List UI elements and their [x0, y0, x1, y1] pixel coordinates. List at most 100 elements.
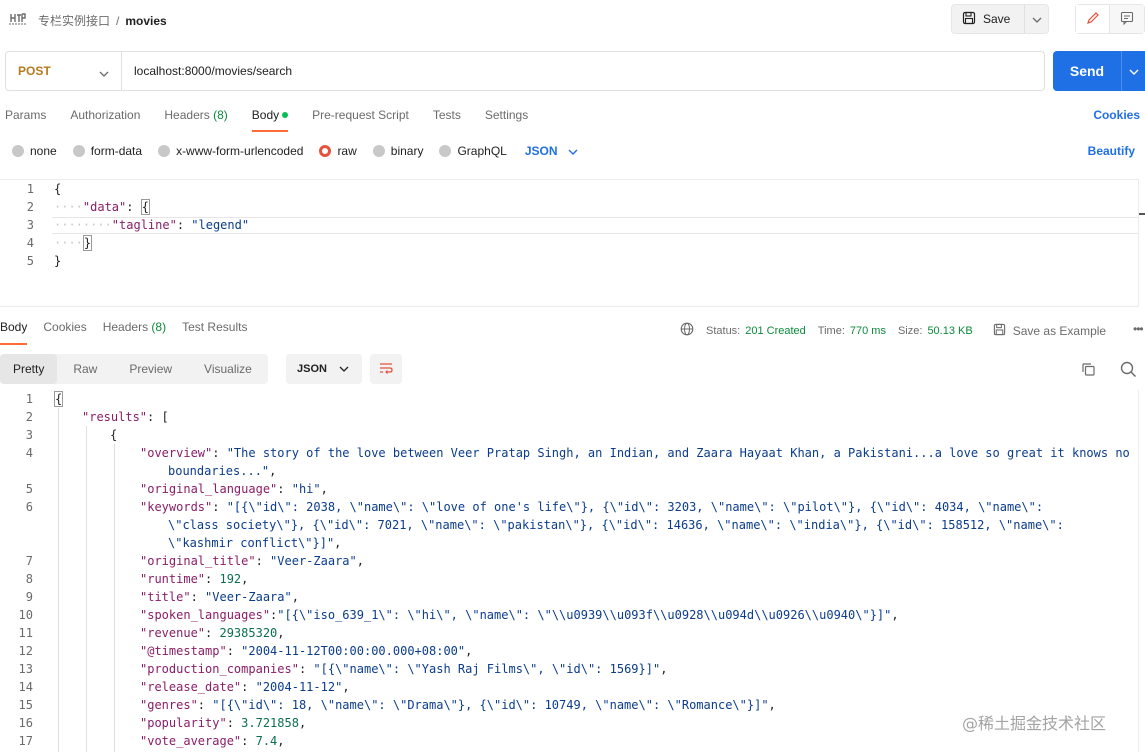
- json-bracket: {: [140, 199, 150, 215]
- radio-label: binary: [390, 144, 424, 158]
- json-key: "original_language": [140, 482, 278, 496]
- copy-icon[interactable]: [1081, 362, 1096, 380]
- beautify-button[interactable]: Beautify: [1088, 144, 1135, 158]
- response-body-viewer[interactable]: 1 { 2 "results": [ 3 { 4 "overview": "The st…: [0, 390, 1138, 752]
- radio-label: raw: [337, 144, 357, 158]
- response-headers-count: (8): [151, 320, 167, 334]
- json-string: "Veer-Zaara": [205, 590, 292, 604]
- line-number: 2: [25, 410, 33, 424]
- response-view-tabs: Pretty Raw Preview Visualize: [0, 354, 268, 384]
- pencil-icon: [1086, 11, 1100, 28]
- cookies-link[interactable]: Cookies: [1093, 108, 1140, 122]
- radio-form-data[interactable]: form-data: [72, 144, 143, 158]
- json-key: "original_title": [140, 554, 256, 568]
- line-number: 13: [18, 662, 33, 676]
- json-string: "[{\"name\": \"Yash Raj Films\", \"id\":…: [313, 662, 661, 676]
- breadcrumb-current[interactable]: movies: [125, 14, 166, 28]
- url-input[interactable]: [122, 52, 1044, 90]
- save-as-example-button[interactable]: Save as Example: [993, 323, 1106, 339]
- chevron-down-icon: [99, 66, 109, 80]
- tab-test-results[interactable]: Test Results: [182, 320, 247, 340]
- breadcrumb: 专栏实例接口 / movies: [38, 12, 167, 29]
- globe-icon[interactable]: [680, 322, 694, 339]
- line-number: 1: [26, 182, 34, 196]
- more-options-button[interactable]: •••: [1133, 322, 1144, 336]
- tab-response-headers[interactable]: Headers (8): [103, 320, 166, 340]
- body-indicator-dot: [282, 111, 289, 118]
- save-button[interactable]: Save: [952, 5, 1024, 33]
- line-number: 2: [26, 200, 34, 214]
- time-value[interactable]: 770 ms: [850, 325, 886, 337]
- send-options-dropdown[interactable]: [1121, 51, 1145, 91]
- line-number: 3: [26, 218, 34, 232]
- radio-none[interactable]: none: [12, 144, 57, 158]
- json-string: "legend": [191, 218, 250, 232]
- body-type-options: none form-data x-www-form-urlencoded raw…: [12, 141, 578, 161]
- language-label: JSON: [524, 144, 558, 158]
- view-tab-preview[interactable]: Preview: [113, 354, 188, 384]
- edit-button[interactable]: [1076, 5, 1110, 33]
- send-button[interactable]: Send: [1053, 51, 1121, 91]
- json-key: "runtime": [140, 572, 206, 586]
- tab-tests[interactable]: Tests: [433, 104, 461, 126]
- request-url-bar: POST: [5, 51, 1045, 91]
- editor-scrollbar[interactable]: [1138, 179, 1145, 307]
- size-value[interactable]: 50.13 KB: [927, 325, 972, 337]
- radio-circle: [439, 145, 452, 157]
- code-text: ····}: [54, 235, 93, 251]
- json-bracket: }: [82, 235, 93, 251]
- response-tabs: Body Cookies Headers (8) Test Results: [0, 320, 247, 345]
- line-number: 15: [18, 698, 33, 712]
- view-tab-visualize[interactable]: Visualize: [188, 354, 268, 384]
- response-format-select[interactable]: JSON: [286, 354, 362, 384]
- code-text: "keywords": "[{\"id\": 2038, \"name\": \…: [140, 500, 1072, 550]
- json-key: "vote_average": [140, 734, 242, 748]
- line-number: 1: [25, 392, 33, 406]
- status-value[interactable]: 201 Created: [745, 325, 806, 337]
- search-icon[interactable]: [1120, 361, 1137, 381]
- json-punct: : [: [147, 410, 169, 424]
- indent-guide: [114, 444, 115, 752]
- save-as-example-label: Save as Example: [1012, 323, 1107, 338]
- code-text: ········"tagline": "legend": [54, 218, 250, 232]
- tab-response-cookies[interactable]: Cookies: [43, 320, 86, 340]
- response-scrollbar[interactable]: [1138, 390, 1145, 752]
- comment-icon: [1120, 11, 1134, 28]
- radio-label: x-www-form-urlencoded: [176, 144, 304, 158]
- line-number: 8: [25, 572, 33, 586]
- comments-button[interactable]: [1110, 5, 1144, 33]
- json-string: "2004-11-12": [255, 680, 343, 694]
- http-method-select[interactable]: POST: [6, 52, 122, 90]
- tab-authorization[interactable]: Authorization: [70, 104, 140, 126]
- radio-urlencoded[interactable]: x-www-form-urlencoded: [158, 144, 303, 158]
- floppy-disk-icon: [993, 323, 1006, 339]
- radio-label: form-data: [90, 144, 143, 158]
- floppy-disk-icon: [962, 11, 976, 28]
- radio-label: none: [30, 144, 57, 158]
- edit-comment-group: [1075, 4, 1145, 34]
- tab-headers[interactable]: Headers (8): [164, 104, 227, 126]
- raw-language-select[interactable]: JSON: [525, 144, 578, 158]
- code-text: "revenue": 29385320,: [140, 626, 285, 640]
- watermark: @稀土掘金技术社区: [962, 714, 1107, 733]
- radio-graphql[interactable]: GraphQL: [439, 144, 507, 158]
- tab-settings[interactable]: Settings: [485, 104, 528, 126]
- code-text: "original_language": "hi",: [140, 482, 328, 496]
- view-tab-raw[interactable]: Raw: [57, 354, 113, 384]
- view-tab-pretty[interactable]: Pretty: [0, 354, 58, 384]
- line-number: 17: [18, 734, 33, 748]
- radio-raw[interactable]: raw: [319, 144, 357, 158]
- code-text: "genres": "[{\"id\": 18, \"name\": \"Dra…: [140, 698, 776, 712]
- breadcrumb-parent[interactable]: 专栏实例接口: [38, 14, 110, 28]
- save-options-dropdown[interactable]: [1024, 5, 1048, 33]
- tab-params[interactable]: Params: [5, 104, 46, 126]
- request-body-editor[interactable]: 1 { 2 ····"data": { 3 ········"tagline": "l…: [0, 179, 1138, 307]
- tab-response-body[interactable]: Body: [0, 320, 28, 345]
- code-text: "runtime": 192,: [140, 572, 249, 586]
- response-meta: Status: 201 Created Time: 770 ms Size: 5…: [680, 322, 1106, 339]
- tab-body-label: Body: [251, 108, 280, 122]
- radio-binary[interactable]: binary: [372, 144, 424, 158]
- tab-pre-request-script[interactable]: Pre-request Script: [312, 104, 409, 126]
- tab-body[interactable]: Body: [251, 104, 289, 132]
- wrap-lines-button[interactable]: [370, 354, 402, 384]
